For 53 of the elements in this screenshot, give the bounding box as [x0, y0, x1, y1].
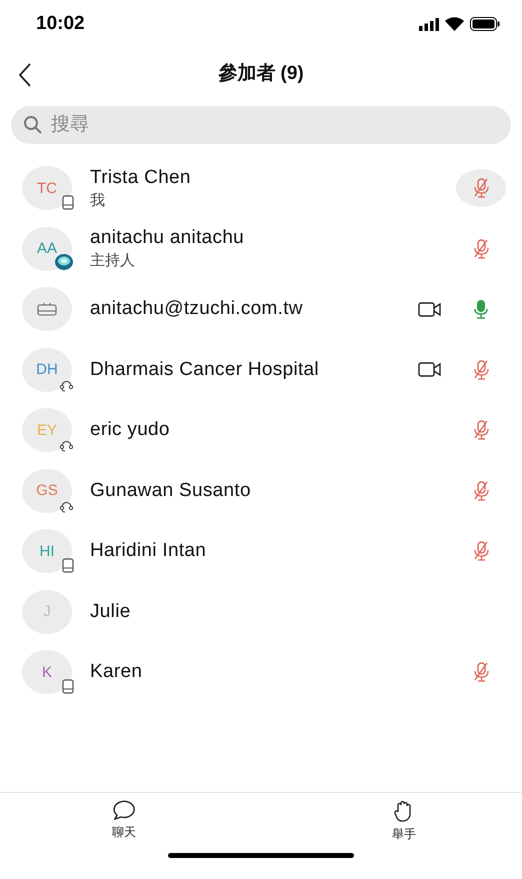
page-title: 參加者 (9) — [218, 62, 304, 86]
participant-name: Haridini Intan — [90, 540, 208, 562]
muted-microphone-icon[interactable] — [472, 177, 490, 200]
participant-name: Julie — [90, 600, 132, 623]
phone-icon — [62, 679, 74, 694]
participant-name: eric yudo — [90, 419, 171, 442]
participant-row[interactable]: anitachu@tzuchi.com.tw — [0, 279, 522, 340]
search-input[interactable]: 搜尋 — [49, 113, 499, 137]
chat-tab[interactable]: 聊天 — [105, 793, 143, 853]
participant-row[interactable]: TC Trista Chen 我 — [0, 158, 522, 218]
participant-row[interactable]: HI Haridini Intan — [0, 521, 522, 582]
phone-icon — [62, 558, 74, 574]
signal-icon — [419, 18, 439, 30]
participant-name: Trista Chen — [90, 166, 192, 189]
muted-microphone-icon[interactable] — [472, 480, 490, 502]
avatar-initials: K — [42, 664, 52, 681]
participant-row[interactable]: K Karen — [0, 642, 522, 702]
participant-row[interactable]: EY eric yudo — [0, 400, 522, 460]
muted-microphone-icon[interactable] — [472, 358, 490, 381]
status-time: 10:02 — [36, 13, 85, 35]
avatar-initials: AA — [36, 240, 57, 258]
video-camera-icon[interactable] — [418, 362, 442, 378]
participant-row[interactable]: AA anitachu anitachu 主持人 — [0, 218, 522, 279]
raise-hand-tab[interactable]: 舉手 — [386, 793, 422, 853]
headset-icon — [59, 438, 74, 452]
participant-name: Dharmais Cancer Hospital — [90, 358, 320, 381]
chat-bubble-icon — [111, 799, 137, 821]
muted-microphone-icon[interactable] — [472, 419, 490, 442]
search-icon — [23, 115, 43, 135]
wifi-icon — [445, 17, 464, 31]
participant-row[interactable]: GS Gunawan Susanto — [0, 460, 522, 521]
muted-microphone-icon[interactable] — [472, 540, 490, 562]
participant-role: 我 — [90, 190, 106, 210]
participant-name: anitachu anitachu — [90, 227, 246, 250]
muted-microphone-icon[interactable] — [472, 661, 490, 684]
muted-microphone-icon[interactable] — [472, 238, 490, 260]
phone-icon — [62, 195, 74, 210]
microphone-icon[interactable] — [472, 298, 490, 320]
participant-name: Karen — [90, 661, 144, 684]
avatar-initials: TC — [37, 180, 57, 197]
avatar-initials: DH — [36, 361, 58, 378]
video-camera-icon[interactable] — [418, 302, 442, 317]
participant-row[interactable]: DH Dharmais Cancer Hospital — [0, 340, 522, 400]
search-field[interactable]: 搜尋 — [11, 106, 511, 144]
avatar-initials: GS — [36, 482, 58, 500]
participant-name: Gunawan Susanto — [90, 480, 252, 502]
room-device-icon — [37, 302, 57, 316]
battery-icon — [470, 17, 500, 31]
participant-role: 主持人 — [90, 251, 136, 270]
avatar-initials: HI — [40, 542, 54, 560]
avatar-initials: EY — [36, 422, 57, 439]
participant-name: anitachu@tzuchi.com.tw — [90, 298, 304, 320]
host-badge-icon — [54, 252, 74, 271]
